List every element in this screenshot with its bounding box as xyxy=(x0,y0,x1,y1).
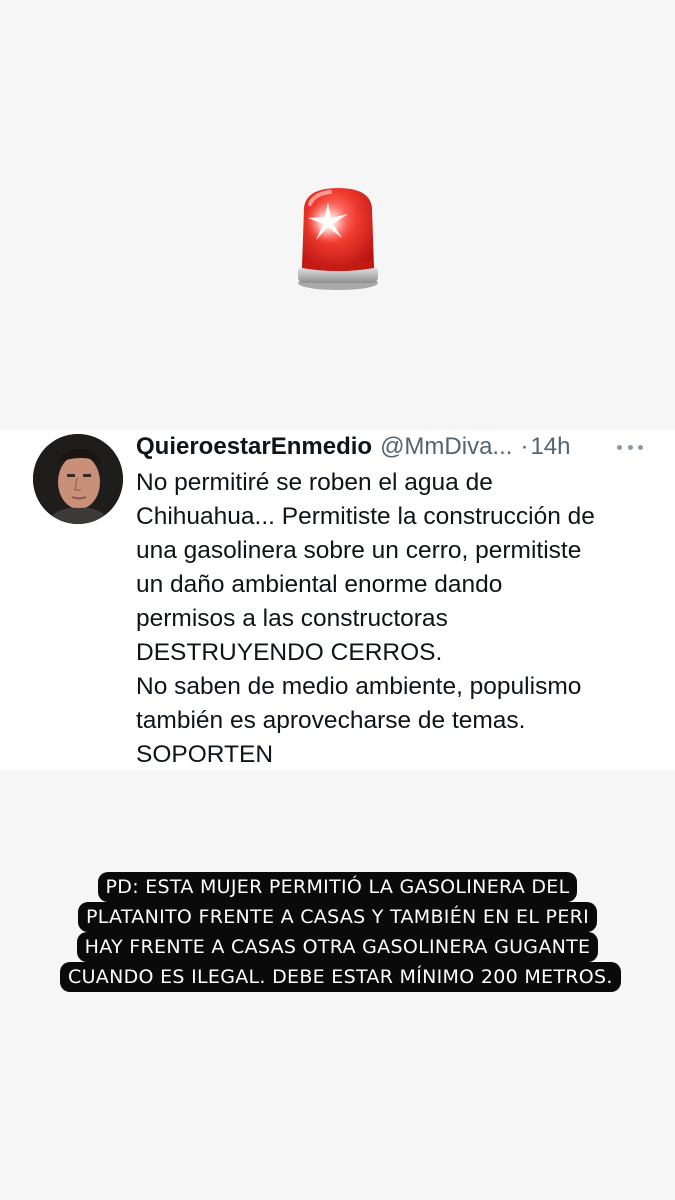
tweet-line: un daño ambiental enorme dando xyxy=(136,571,503,598)
tweet-line: Chihuahua... Permitiste la construcción … xyxy=(136,503,595,530)
siren-emoji-icon xyxy=(298,188,378,290)
tweet-line: permisos a las constructoras xyxy=(136,605,448,632)
tweet-line: también es aprovecharse de temas. xyxy=(136,707,526,734)
tweet-card[interactable]: QuieroestarEnmedio @MmDiva... · 14h No p… xyxy=(0,430,675,770)
separator-dot: · xyxy=(520,433,529,460)
user-handle[interactable]: @MmDiva... xyxy=(380,433,512,461)
story-caption: PD: ESTA MUJER PERMITIÓ LA GASOLINERA DE… xyxy=(60,872,621,992)
timestamp[interactable]: 14h xyxy=(530,433,570,461)
tweet-body: No permitiré se roben el agua de Chihuah… xyxy=(136,466,646,772)
tweet-line: una gasolinera sobre un cerro, permitist… xyxy=(136,537,582,564)
more-options-icon[interactable] xyxy=(617,438,643,456)
caption-line: HAY FRENTE A CASAS OTRA GASOLINERA GUGAN… xyxy=(76,932,599,962)
caption-line: PD: ESTA MUJER PERMITIÓ LA GASOLINERA DE… xyxy=(97,872,578,902)
tweet-line: DESTRUYENDO CERROS. xyxy=(136,639,443,666)
avatar-portrait-image xyxy=(33,434,123,524)
caption-line: CUANDO ES ILEGAL. DEBE ESTAR MÍNIMO 200 … xyxy=(60,962,621,992)
caption-line: PLATANITO FRENTE A CASAS Y TAMBIÉN EN EL… xyxy=(77,902,598,932)
tweet-line: SOPORTEN xyxy=(136,741,274,768)
story-canvas: QuieroestarEnmedio @MmDiva... · 14h No p… xyxy=(0,0,675,1200)
tweet-line: No permitiré se roben el agua de xyxy=(136,469,493,496)
display-name[interactable]: QuieroestarEnmedio xyxy=(136,433,372,461)
tweet-header: QuieroestarEnmedio @MmDiva... · 14h xyxy=(136,430,666,464)
avatar[interactable] xyxy=(33,434,123,524)
tweet-line: No saben de medio ambiente, populismo xyxy=(136,673,582,700)
